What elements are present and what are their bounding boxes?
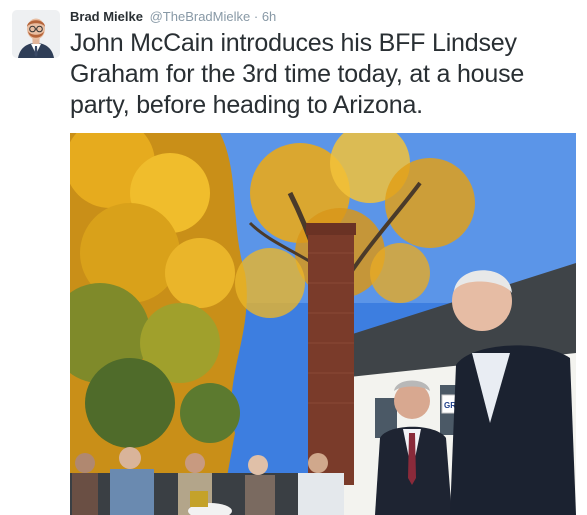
author-name[interactable]: Brad Mielke	[70, 9, 143, 24]
author-handle[interactable]: @TheBradMielke	[150, 9, 251, 24]
author-avatar[interactable]	[12, 10, 60, 58]
tweet-text: John McCain introduces his BFF Lindsey G…	[70, 29, 525, 119]
tweet-timestamp[interactable]: 6h	[262, 9, 276, 24]
tweet-header: Brad Mielke @TheBradMielke · 6h	[70, 9, 276, 25]
header-separator: ·	[253, 9, 259, 24]
tweet-card: Brad Mielke @TheBradMielke · 6h John McC…	[0, 0, 587, 515]
tweet-photo[interactable]: GRAH	[70, 133, 576, 515]
